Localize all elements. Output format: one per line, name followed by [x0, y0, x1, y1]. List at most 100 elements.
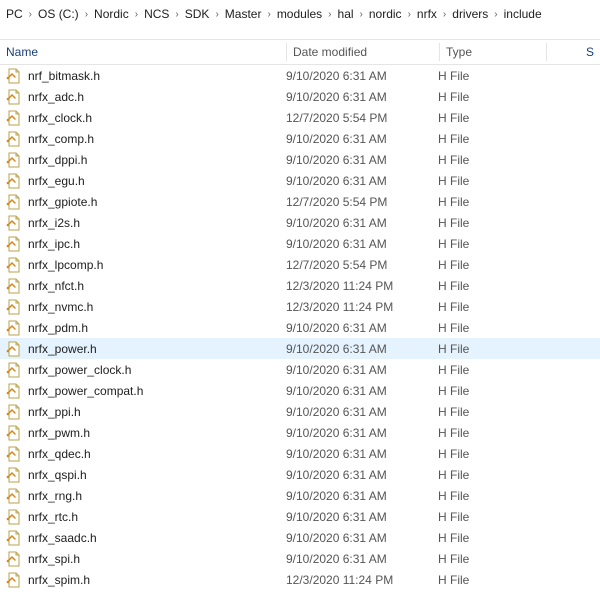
chevron-right-icon[interactable]: › — [171, 9, 182, 20]
file-row[interactable]: nrfx_ppi.h9/10/2020 6:31 AMH File — [0, 401, 600, 422]
breadcrumb-segment[interactable]: PC — [4, 7, 25, 21]
file-type: H File — [438, 342, 544, 356]
chevron-right-icon[interactable]: › — [81, 9, 92, 20]
breadcrumb-segment[interactable]: nrfx — [415, 7, 439, 21]
file-date: 9/10/2020 6:31 AM — [286, 552, 438, 566]
file-date: 9/10/2020 6:31 AM — [286, 468, 438, 482]
column-header-size[interactable]: S — [547, 41, 600, 63]
chevron-right-icon[interactable]: › — [131, 9, 142, 20]
column-header-date[interactable]: Date modified — [287, 41, 439, 63]
file-date: 9/10/2020 6:31 AM — [286, 153, 438, 167]
file-date: 9/10/2020 6:31 AM — [286, 321, 438, 335]
file-name: nrfx_power_compat.h — [28, 384, 286, 398]
chevron-right-icon[interactable]: › — [263, 9, 274, 20]
file-row[interactable]: nrfx_power_compat.h9/10/2020 6:31 AMH Fi… — [0, 380, 600, 401]
breadcrumb[interactable]: PC›OS (C:)›Nordic›NCS›SDK›Master›modules… — [0, 0, 600, 29]
breadcrumb-segment[interactable]: NCS — [142, 7, 171, 21]
file-row[interactable]: nrfx_power_clock.h9/10/2020 6:31 AMH Fil… — [0, 359, 600, 380]
file-type: H File — [438, 468, 544, 482]
file-row[interactable]: nrfx_egu.h9/10/2020 6:31 AMH File — [0, 170, 600, 191]
file-row[interactable]: nrfx_pwm.h9/10/2020 6:31 AMH File — [0, 422, 600, 443]
chevron-right-icon[interactable]: › — [211, 9, 222, 20]
file-name: nrfx_qspi.h — [28, 468, 286, 482]
file-name: nrfx_power.h — [28, 342, 286, 356]
file-row[interactable]: nrfx_clock.h12/7/2020 5:54 PMH File — [0, 107, 600, 128]
file-date: 9/10/2020 6:31 AM — [286, 531, 438, 545]
file-row[interactable]: nrfx_lpcomp.h12/7/2020 5:54 PMH File — [0, 254, 600, 275]
chevron-right-icon[interactable]: › — [356, 9, 367, 20]
file-row[interactable]: nrfx_comp.h9/10/2020 6:31 AMH File — [0, 128, 600, 149]
chevron-right-icon[interactable]: › — [490, 9, 501, 20]
file-name: nrfx_gpiote.h — [28, 195, 286, 209]
breadcrumb-segment[interactable]: OS (C:) — [36, 7, 81, 21]
file-name: nrfx_power_clock.h — [28, 363, 286, 377]
file-row[interactable]: nrfx_saadc.h9/10/2020 6:31 AMH File — [0, 527, 600, 548]
file-type: H File — [438, 426, 544, 440]
header-file-icon — [6, 383, 22, 399]
file-list[interactable]: nrf_bitmask.h9/10/2020 6:31 AMH Filenrfx… — [0, 65, 600, 590]
file-date: 9/10/2020 6:31 AM — [286, 69, 438, 83]
file-type: H File — [438, 174, 544, 188]
file-type: H File — [438, 510, 544, 524]
breadcrumb-segment[interactable]: drivers — [450, 7, 490, 21]
file-name: nrfx_dppi.h — [28, 153, 286, 167]
file-row[interactable]: nrfx_spim.h12/3/2020 11:24 PMH File — [0, 569, 600, 590]
file-row[interactable]: nrfx_gpiote.h12/7/2020 5:54 PMH File — [0, 191, 600, 212]
chevron-right-icon[interactable]: › — [404, 9, 415, 20]
breadcrumb-segment[interactable]: include — [502, 7, 544, 21]
file-date: 9/10/2020 6:31 AM — [286, 363, 438, 377]
file-type: H File — [438, 153, 544, 167]
header-file-icon — [6, 467, 22, 483]
file-row[interactable]: nrfx_pdm.h9/10/2020 6:31 AMH File — [0, 317, 600, 338]
breadcrumb-segment[interactable]: Nordic — [92, 7, 131, 21]
file-type: H File — [438, 69, 544, 83]
chevron-right-icon[interactable]: › — [439, 9, 450, 20]
file-name: nrfx_comp.h — [28, 132, 286, 146]
file-row[interactable]: nrfx_i2s.h9/10/2020 6:31 AMH File — [0, 212, 600, 233]
file-name: nrfx_adc.h — [28, 90, 286, 104]
header-file-icon — [6, 131, 22, 147]
file-row[interactable]: nrfx_dppi.h9/10/2020 6:31 AMH File — [0, 149, 600, 170]
header-file-icon — [6, 509, 22, 525]
header-file-icon — [6, 173, 22, 189]
header-file-icon — [6, 572, 22, 588]
header-file-icon — [6, 215, 22, 231]
file-row[interactable]: nrfx_nvmc.h12/3/2020 11:24 PMH File — [0, 296, 600, 317]
file-row[interactable]: nrfx_qspi.h9/10/2020 6:31 AMH File — [0, 464, 600, 485]
breadcrumb-segment[interactable]: SDK — [183, 7, 212, 21]
file-name: nrf_bitmask.h — [28, 69, 286, 83]
file-name: nrfx_qdec.h — [28, 447, 286, 461]
file-date: 9/10/2020 6:31 AM — [286, 132, 438, 146]
breadcrumb-segment[interactable]: Master — [223, 7, 264, 21]
breadcrumb-segment[interactable]: nordic — [367, 7, 404, 21]
file-row[interactable]: nrfx_qdec.h9/10/2020 6:31 AMH File — [0, 443, 600, 464]
file-row[interactable]: nrfx_spi.h9/10/2020 6:31 AMH File — [0, 548, 600, 569]
file-type: H File — [438, 216, 544, 230]
file-type: H File — [438, 405, 544, 419]
column-header-name[interactable]: Name — [0, 41, 286, 63]
file-row[interactable]: nrf_bitmask.h9/10/2020 6:31 AMH File — [0, 65, 600, 86]
file-type: H File — [438, 132, 544, 146]
breadcrumb-segment[interactable]: modules — [275, 7, 324, 21]
chevron-right-icon[interactable]: › — [324, 9, 335, 20]
file-date: 12/3/2020 11:24 PM — [286, 300, 438, 314]
file-date: 9/10/2020 6:31 AM — [286, 447, 438, 461]
file-row[interactable]: nrfx_rtc.h9/10/2020 6:31 AMH File — [0, 506, 600, 527]
header-file-icon — [6, 446, 22, 462]
file-date: 9/10/2020 6:31 AM — [286, 237, 438, 251]
file-row[interactable]: nrfx_adc.h9/10/2020 6:31 AMH File — [0, 86, 600, 107]
file-row[interactable]: nrfx_rng.h9/10/2020 6:31 AMH File — [0, 485, 600, 506]
file-name: nrfx_spi.h — [28, 552, 286, 566]
header-file-icon — [6, 257, 22, 273]
breadcrumb-segment[interactable]: hal — [336, 7, 356, 21]
header-file-icon — [6, 89, 22, 105]
file-row[interactable]: nrfx_nfct.h12/3/2020 11:24 PMH File — [0, 275, 600, 296]
column-header-type[interactable]: Type — [440, 41, 546, 63]
header-file-icon — [6, 152, 22, 168]
file-row[interactable]: nrfx_ipc.h9/10/2020 6:31 AMH File — [0, 233, 600, 254]
file-row[interactable]: nrfx_power.h9/10/2020 6:31 AMH File — [0, 338, 600, 359]
file-date: 12/3/2020 11:24 PM — [286, 573, 438, 587]
chevron-right-icon[interactable]: › — [25, 9, 36, 20]
file-name: nrfx_pdm.h — [28, 321, 286, 335]
file-name: nrfx_rtc.h — [28, 510, 286, 524]
